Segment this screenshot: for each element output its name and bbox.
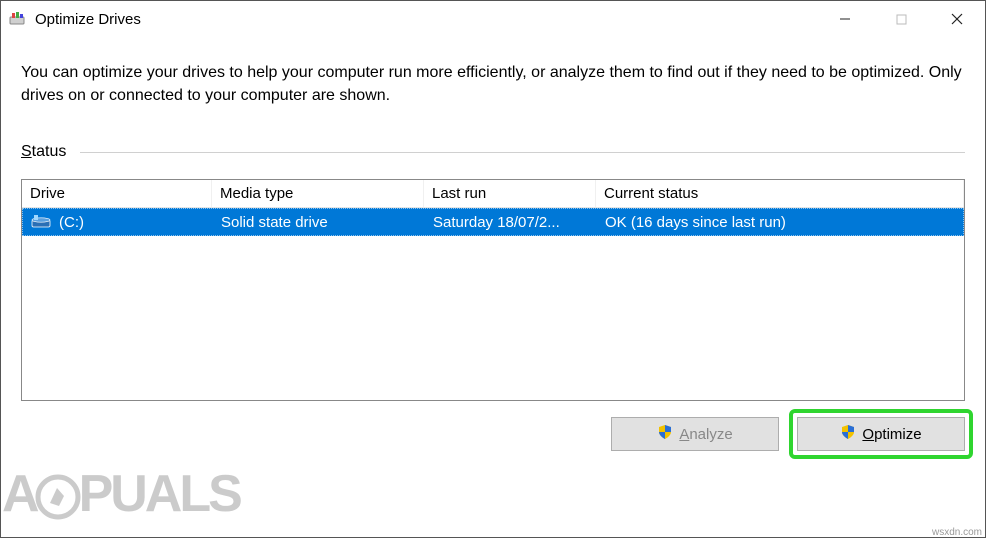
optimize-button[interactable]: Optimize xyxy=(797,417,965,451)
button-row: Analyze Optimize xyxy=(1,401,985,451)
shield-icon xyxy=(840,424,856,444)
drive-name: (C:) xyxy=(59,214,84,231)
column-media-type[interactable]: Media type xyxy=(212,180,424,207)
content-area: You can optimize your drives to help you… xyxy=(1,37,985,401)
divider xyxy=(80,152,965,153)
optimize-drives-window: Optimize Drives You can optimize your dr… xyxy=(0,0,986,538)
drive-row[interactable]: (C:) Solid state drive Saturday 18/07/2.… xyxy=(22,208,964,236)
window-controls xyxy=(817,1,985,37)
drive-cell: (C:) xyxy=(23,209,213,235)
optimize-label: Optimize xyxy=(862,426,921,443)
minimize-button[interactable] xyxy=(817,1,873,37)
maximize-button xyxy=(873,1,929,37)
column-last-run[interactable]: Last run xyxy=(424,180,596,207)
source-label: wsxdn.com xyxy=(932,527,982,538)
description-text: You can optimize your drives to help you… xyxy=(21,61,965,107)
media-cell: Solid state drive xyxy=(213,209,425,235)
drive-icon xyxy=(31,213,53,231)
status-section-header: Status xyxy=(21,143,965,161)
app-icon xyxy=(9,10,27,28)
close-button[interactable] xyxy=(929,1,985,37)
column-current-status[interactable]: Current status xyxy=(596,180,964,207)
last-run-cell: Saturday 18/07/2... xyxy=(425,209,597,235)
status-cell: OK (16 days since last run) xyxy=(597,209,963,235)
status-label: Status xyxy=(21,143,66,161)
window-title: Optimize Drives xyxy=(35,11,141,28)
shield-icon xyxy=(657,424,673,444)
titlebar: Optimize Drives xyxy=(1,1,985,37)
analyze-label: Analyze xyxy=(679,426,732,443)
list-header: Drive Media type Last run Current status xyxy=(22,180,964,208)
column-drive[interactable]: Drive xyxy=(22,180,212,207)
analyze-button: Analyze xyxy=(611,417,779,451)
drives-list[interactable]: Drive Media type Last run Current status… xyxy=(21,179,965,401)
